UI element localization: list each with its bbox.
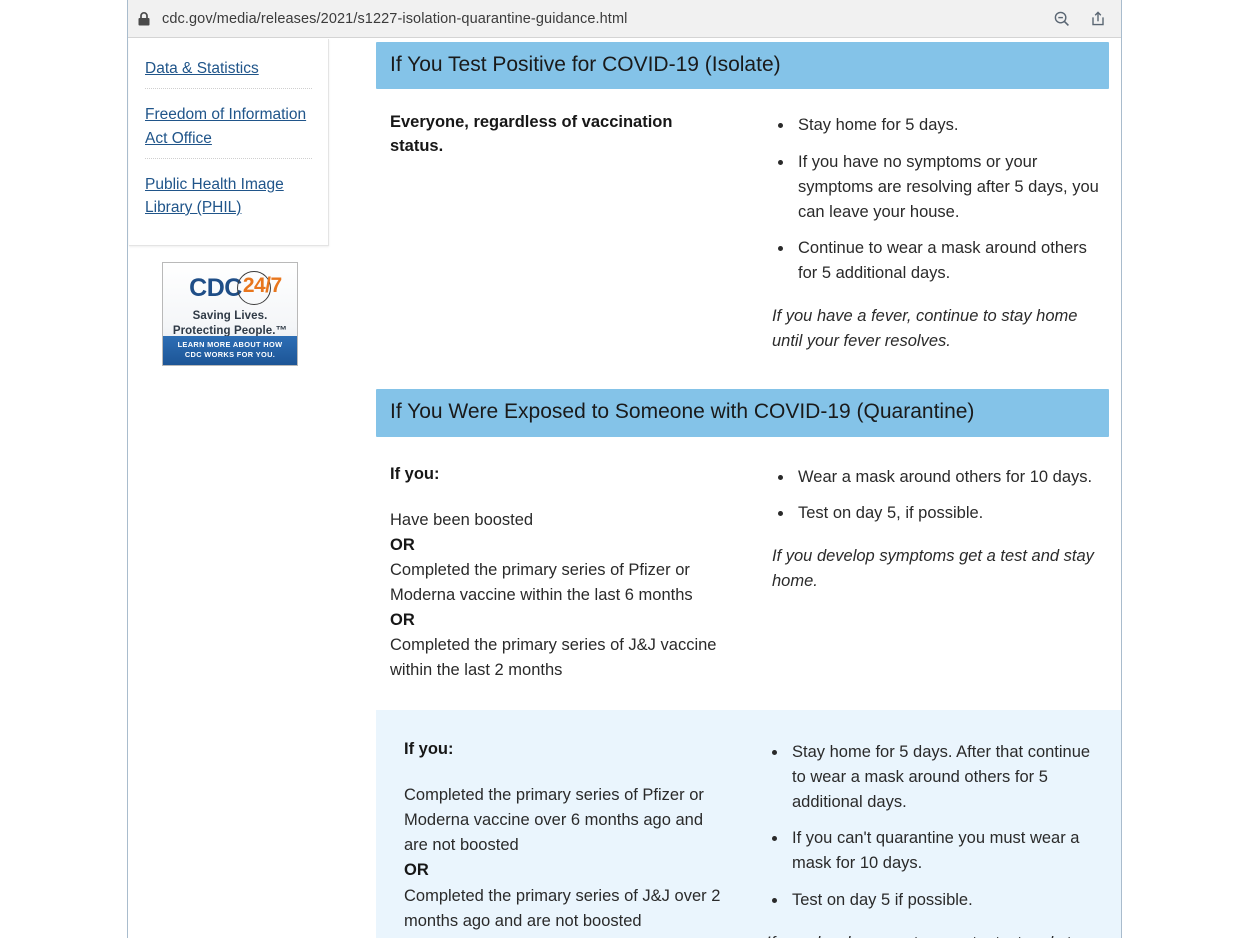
badge-tagline-line1: Saving Lives. bbox=[192, 310, 268, 323]
criteria-or: OR bbox=[390, 610, 415, 629]
browser-url-bar: cdc.gov/media/releases/2021/s1227-isolat… bbox=[128, 0, 1121, 38]
quarantine-left-heading: If you: bbox=[390, 464, 440, 483]
quarantine-criteria-list: Have been boosted OR Completed the prima… bbox=[390, 508, 720, 684]
criteria-item: Completed the primary series of J&J over… bbox=[404, 886, 721, 930]
share-icon[interactable] bbox=[1089, 10, 1107, 28]
list-item: Test on day 5 if possible. bbox=[788, 888, 1106, 913]
criteria-item: Completed the primary series of J&J vacc… bbox=[390, 635, 717, 680]
criteria-or: OR bbox=[390, 535, 415, 554]
badge-logo-row: CDC 24/7 bbox=[163, 263, 297, 306]
list-item: Wear a mask around others for 10 days. bbox=[794, 465, 1106, 490]
list-item: Test on day 5, if possible. bbox=[794, 501, 1106, 526]
cdc-badge-wrapper: CDC 24/7 Saving Lives. Protecting People… bbox=[162, 262, 298, 367]
isolate-note: If you have a fever, continue to stay ho… bbox=[772, 306, 1078, 350]
badge-cdc-text: CDC bbox=[189, 273, 242, 302]
unvaccinated-bullet-list: Stay home for 5 days. After that continu… bbox=[766, 740, 1106, 913]
main-content: If You Test Positive for COVID-19 (Isola… bbox=[376, 39, 1121, 938]
isolate-left-heading: Everyone, regardless of vaccination stat… bbox=[390, 113, 673, 156]
sidebar-links-card: Data & Statistics Freedom of Information… bbox=[129, 39, 329, 247]
sidebar-item-phil[interactable]: Public Health Image Library (PHIL) bbox=[145, 157, 312, 228]
section-header-isolate: If You Test Positive for COVID-19 (Isola… bbox=[376, 42, 1109, 90]
unvaccinated-panel: If you: Completed the primary series of … bbox=[376, 710, 1121, 938]
isolate-right-column: Stay home for 5 days. If you have no sym… bbox=[772, 111, 1121, 353]
criteria-item: Completed the primary series of Pfizer o… bbox=[390, 560, 693, 604]
quarantine-left-column: If you: Have been boosted OR Completed t… bbox=[390, 463, 772, 684]
list-item: If you have no symptoms or your symptoms… bbox=[794, 150, 1106, 224]
criteria-or: OR bbox=[404, 934, 724, 938]
clock-icon: 24/7 bbox=[236, 271, 282, 306]
unvaccinated-right-column: Stay home for 5 days. After that continu… bbox=[766, 738, 1121, 938]
unvaccinated-note: If you develop symptoms get a test and s… bbox=[766, 931, 1091, 938]
badge-learn-more-bar[interactable]: LEARN MORE ABOUT HOW CDC WORKS FOR YOU. bbox=[163, 335, 297, 366]
list-item: Stay home for 5 days. bbox=[794, 113, 1106, 138]
sidebar-item-foia-office[interactable]: Freedom of Information Act Office bbox=[145, 88, 312, 158]
list-item: Continue to wear a mask around others fo… bbox=[794, 236, 1106, 286]
isolate-left-column: Everyone, regardless of vaccination stat… bbox=[390, 111, 772, 159]
url-bar-actions bbox=[1053, 10, 1107, 28]
unvaccinated-left-column: If you: Completed the primary series of … bbox=[376, 738, 766, 938]
quarantine-bullet-list: Wear a mask around others for 10 days. T… bbox=[772, 465, 1106, 527]
browser-window: cdc.gov/media/releases/2021/s1227-isolat… bbox=[127, 0, 1122, 938]
criteria-or: OR bbox=[404, 861, 429, 880]
list-item: Stay home for 5 days. After that continu… bbox=[788, 740, 1106, 814]
isolate-bullet-list: Stay home for 5 days. If you have no sym… bbox=[772, 113, 1106, 286]
badge-247-text: 24/7 bbox=[242, 274, 282, 298]
quarantine-note: If you develop symptoms get a test and s… bbox=[772, 547, 1094, 590]
sidebar: Data & Statistics Freedom of Information… bbox=[129, 39, 329, 367]
unvaccinated-left-heading: If you: bbox=[404, 740, 454, 759]
quarantine-right-column: Wear a mask around others for 10 days. T… bbox=[772, 463, 1121, 594]
section-body-quarantine: If you: Have been boosted OR Completed t… bbox=[376, 437, 1121, 684]
sidebar-item-data-statistics[interactable]: Data & Statistics bbox=[145, 51, 312, 88]
page-content: Data & Statistics Freedom of Information… bbox=[128, 39, 1121, 938]
lock-icon bbox=[136, 11, 152, 27]
badge-bar-line2: CDC WORKS FOR YOU. bbox=[184, 350, 276, 360]
badge-bar-line1: LEARN MORE ABOUT HOW bbox=[177, 339, 283, 349]
criteria-item: Have been boosted bbox=[390, 510, 534, 529]
unvaccinated-panel-body: If you: Completed the primary series of … bbox=[376, 738, 1121, 938]
sidebar-link-label[interactable]: Public Health Image Library (PHIL) bbox=[145, 176, 284, 216]
section-header-quarantine: If You Were Exposed to Someone with COVI… bbox=[376, 389, 1109, 437]
criteria-item: Completed the primary series of Pfizer o… bbox=[404, 786, 704, 855]
cdc-247-badge[interactable]: CDC 24/7 Saving Lives. Protecting People… bbox=[162, 262, 298, 367]
section-body-isolate: Everyone, regardless of vaccination stat… bbox=[376, 89, 1121, 353]
list-item: If you can't quarantine you must wear a … bbox=[788, 826, 1106, 876]
url-text[interactable]: cdc.gov/media/releases/2021/s1227-isolat… bbox=[162, 11, 1053, 27]
sidebar-link-label[interactable]: Data & Statistics bbox=[145, 60, 259, 77]
zoom-out-icon[interactable] bbox=[1053, 10, 1071, 28]
sidebar-link-label[interactable]: Freedom of Information Act Office bbox=[145, 106, 306, 146]
unvaccinated-criteria-list: Completed the primary series of Pfizer o… bbox=[404, 783, 724, 938]
